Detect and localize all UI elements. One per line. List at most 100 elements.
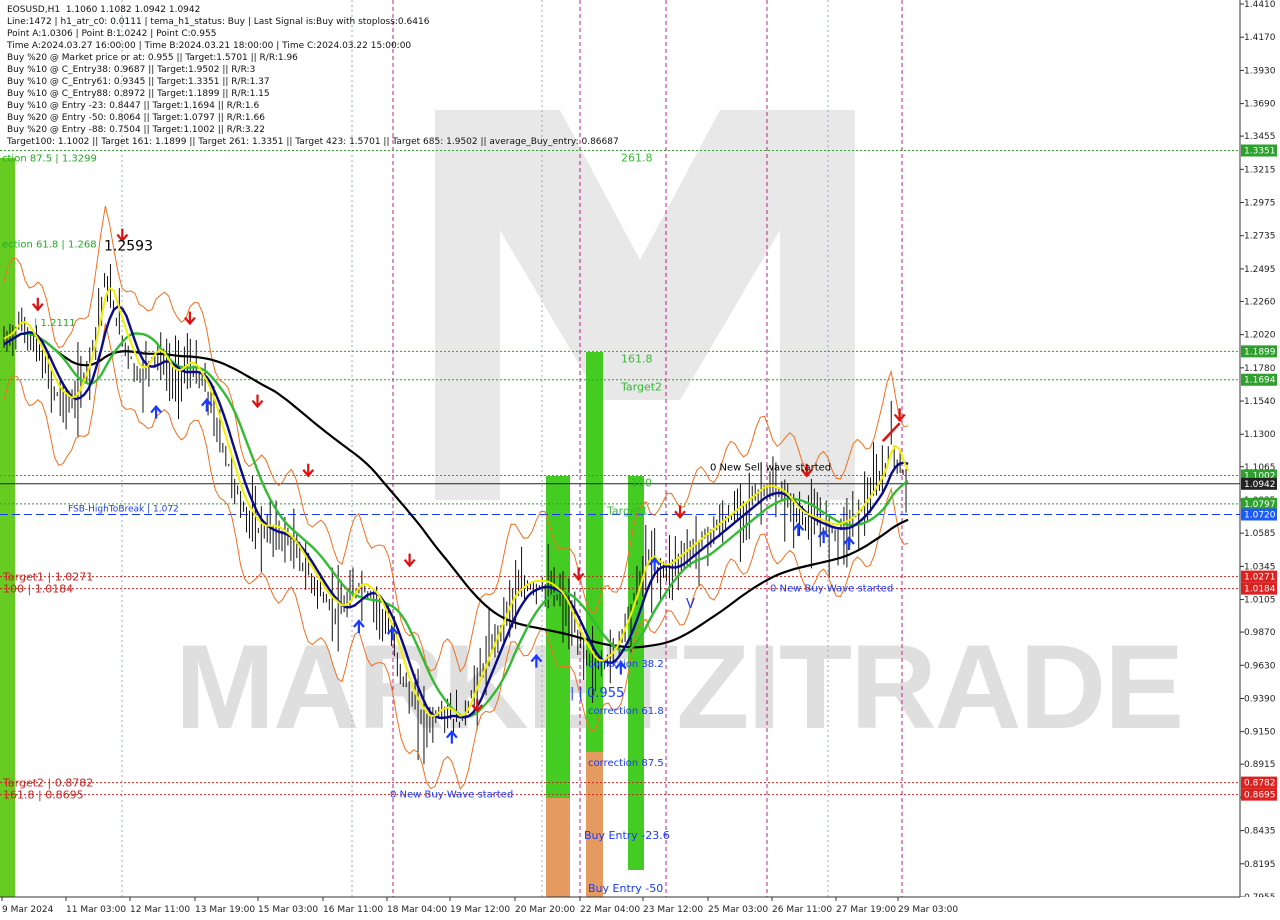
- y-tick-label: 1.0585: [1244, 529, 1276, 539]
- sell-arrow: [251, 394, 264, 409]
- symbol: EOSUSD,H1: [7, 5, 61, 15]
- y-tick-label: 1.1300: [1244, 430, 1276, 440]
- info-line: Point A:1.0306 | Point B:1.0242 | Point …: [7, 29, 217, 39]
- y-tick-label: 0.9630: [1244, 661, 1276, 671]
- level-text: 161.8 | 0.8695: [3, 789, 84, 802]
- watermark-text: MARKETZITRADE: [175, 620, 1182, 754]
- price-badge-label: 1.0271: [1244, 573, 1276, 583]
- annotation: 1.2593: [104, 238, 153, 254]
- sell-arrow: [31, 297, 44, 312]
- x-tick-label: 15 Mar 03:00: [258, 905, 318, 915]
- y-tick-label: 0.8435: [1244, 827, 1276, 837]
- buy-arrow: [792, 522, 805, 537]
- buy-arrow: [200, 397, 213, 412]
- level-text: Target2: [620, 381, 662, 394]
- annotation: | 1.2111: [34, 318, 76, 329]
- buy-arrow: [150, 404, 162, 419]
- sell-arrow: [302, 463, 315, 478]
- x-tick-label: 11 Mar 03:00: [66, 905, 126, 915]
- y-tick-label: 1.2260: [1244, 297, 1276, 307]
- y-tick-label: 1.2495: [1244, 265, 1276, 275]
- price-badge-label: 1.3351: [1244, 147, 1276, 157]
- info-line: Time A:2024.03.27 16:00:00 | Time B:2024…: [7, 41, 412, 51]
- annotation: 0 New Buy Wave started: [390, 790, 513, 801]
- y-tick-label: 1.3690: [1244, 100, 1276, 110]
- x-tick-label: 19 Mar 12:00: [450, 905, 510, 915]
- y-tick-label: 1.3455: [1244, 132, 1276, 142]
- x-tick-label: 18 Mar 04:00: [387, 905, 447, 915]
- annotation: | | 0.955: [570, 686, 624, 701]
- y-tick-label: 0.9150: [1244, 728, 1276, 738]
- x-tick-label: 12 Mar 11:00: [130, 905, 190, 915]
- annotation: correction 87.5: [588, 758, 664, 769]
- y-tick-label: 0.8915: [1244, 760, 1276, 770]
- annotation: ection 61.8 | 1.268: [2, 239, 97, 250]
- price-badge-label: 1.1899: [1244, 347, 1276, 357]
- y-tick-label: 0.8195: [1244, 860, 1276, 870]
- y-tick-label: 1.1540: [1244, 397, 1276, 407]
- annotation: Buy Entry -23.6: [584, 829, 670, 842]
- x-tick-label: 13 Mar 19:00: [195, 905, 255, 915]
- x-tick-label: 9 Mar 2024: [2, 905, 54, 915]
- x-tick-label: 26 Mar 11:00: [772, 905, 832, 915]
- price-axis: 1.4410 1.4170 1.3930 1.3690 1.3455 1.3215 1.29…: [1239, 0, 1280, 920]
- sell-arrow: [403, 553, 416, 568]
- price-badge-label: 1.1694: [1244, 376, 1276, 386]
- y-tick-label: 1.4170: [1244, 33, 1276, 43]
- price-badge-label: 1.0942: [1244, 480, 1276, 490]
- x-tick-label: 25 Mar 03:00: [708, 905, 768, 915]
- price-badge-label: 1.0797: [1244, 500, 1276, 510]
- annotation: Buy Entry -50: [588, 882, 663, 895]
- info-line: Line:1472 | h1_atr_c0: 0.0111 | tema_h1_…: [7, 17, 430, 27]
- fib-box: [546, 798, 570, 898]
- x-tick-label: 23 Mar 12:00: [643, 905, 703, 915]
- time-axis: 9 Mar 2024 11 Mar 03:00 12 Mar 11:00 13 Mar…: [0, 896, 1280, 920]
- annotation: ction 87.5 | 1.3299: [2, 154, 97, 165]
- fib-box: [628, 476, 644, 870]
- y-tick-label: 0.9390: [1244, 694, 1276, 704]
- x-tick-label: 29 Mar 03:00: [898, 905, 958, 915]
- annotation: 0 New Buy Wave started: [770, 584, 893, 595]
- price-badge-label: 1.0184: [1244, 585, 1276, 595]
- info-line: Buy %20 @ Entry -88: 0.7504 || Target:1.…: [7, 125, 265, 135]
- info-panel: EOSUSD,H1 1.1060 1.1082 1.0942 1.0942 Li…: [7, 4, 619, 148]
- level-text: 100 | 1.0184: [3, 583, 73, 596]
- y-tick-label: 1.1780: [1244, 364, 1276, 374]
- info-line: Buy %10 @ C_Entry61: 0.9345 || Target:1.…: [7, 77, 270, 87]
- x-tick-label: 16 Mar 11:00: [323, 905, 383, 915]
- price-badge-label: 0.8695: [1244, 791, 1276, 801]
- x-tick-label: 20 Mar 20:00: [515, 905, 575, 915]
- x-tick-label: 22 Mar 04:00: [580, 905, 640, 915]
- x-tick-label: 27 Mar 19:00: [836, 905, 896, 915]
- fib-box: [586, 752, 603, 898]
- level-text: 261.8: [621, 152, 653, 165]
- annotation: correction 38.2: [588, 659, 664, 670]
- buy-arrow: [843, 536, 855, 551]
- info-line: Buy %10 @ C_Entry38: 0.9687 || Target:1.…: [7, 65, 256, 75]
- info-line: Buy %10 @ Entry -23: 0.8447 || Target:1.…: [7, 101, 260, 111]
- y-tick-label: 1.0105: [1244, 596, 1276, 606]
- level-text: 100: [631, 476, 652, 489]
- y-tick-label: 1.4410: [1244, 0, 1276, 10]
- y-tick-label: 1.2020: [1244, 331, 1276, 341]
- annotation: V: [686, 597, 695, 612]
- info-line: Buy %20 @ Entry -50: 0.8064 || Target:1.…: [7, 113, 265, 123]
- info-line: Buy %10 @ C_Entry88: 0.8972 || Target:1.…: [7, 89, 270, 99]
- annotation: FSB-HighToBreak | 1.072: [68, 504, 179, 514]
- sell-arrow: [572, 567, 585, 582]
- y-tick-label: 0.9870: [1244, 628, 1276, 638]
- annotation: 0 New Sell wave started: [710, 462, 831, 473]
- info-line: Buy %20 @ Market price or at: 0.955 || T…: [7, 53, 298, 63]
- sell-arrow: [893, 408, 906, 423]
- info-title: EOSUSD,H1 1.1060 1.1082 1.0942 1.0942: [7, 4, 619, 16]
- annotation: correction 61.8: [588, 706, 664, 717]
- y-tick-label: 1.3930: [1244, 66, 1276, 76]
- info-line: Target100: 1.1002 || Target 161: 1.1899 …: [7, 137, 619, 147]
- price-badge-label: 1.0720: [1244, 510, 1276, 520]
- price-badge-label: 0.8782: [1244, 779, 1276, 789]
- y-tick-label: 1.2975: [1244, 199, 1276, 209]
- level-text: Target1: [606, 504, 648, 517]
- ohlc: 1.1060 1.1082 1.0942 1.0942: [65, 5, 201, 15]
- y-tick-label: 1.2735: [1244, 232, 1276, 242]
- y-tick-label: 1.3215: [1244, 165, 1276, 175]
